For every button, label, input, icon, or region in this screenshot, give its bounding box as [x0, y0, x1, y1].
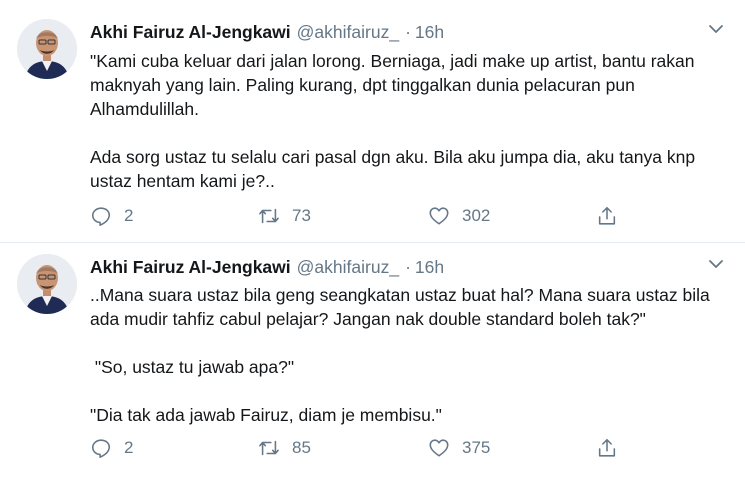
tweet-text: "Kami cuba keluar dari jalan lorong. Ber…	[90, 49, 730, 193]
like-button[interactable]: 375	[428, 436, 490, 460]
tweet-paragraph: ..Mana suara ustaz bila geng seangkatan …	[90, 285, 710, 329]
tweet-header: Akhi Fairuz Al-Jengkawi @akhifairuz_ · 16h	[90, 255, 705, 279]
tweet[interactable]: Akhi Fairuz Al-Jengkawi @akhifairuz_ · 16h …	[0, 0, 745, 243]
retweet-count: 85	[292, 438, 311, 457]
like-button[interactable]: 302	[428, 204, 490, 228]
heart-icon	[429, 207, 449, 225]
like-count: 302	[462, 206, 491, 225]
tweet-header: Akhi Fairuz Al-Jengkawi @akhifairuz_ · 16h	[90, 20, 705, 44]
share-icon	[598, 206, 616, 225]
tweet-paragraph: "Dia tak ada jawab Fairuz, diam je membi…	[90, 405, 442, 425]
tweet-text: ..Mana suara ustaz bila geng seangkatan …	[90, 283, 730, 427]
avatar[interactable]	[17, 254, 77, 314]
retweet-count: 73	[292, 206, 311, 225]
like-count: 375	[462, 438, 491, 457]
author-name[interactable]: Akhi Fairuz Al-Jengkawi	[90, 22, 291, 42]
reply-count: 2	[124, 206, 134, 225]
retweet-icon	[259, 208, 279, 224]
heart-icon	[429, 439, 449, 457]
retweet-button[interactable]: 85	[258, 436, 311, 460]
tweet-actions: 2 73 302	[90, 204, 730, 228]
tweet-actions: 2 85 375	[90, 436, 730, 460]
reply-icon	[91, 439, 111, 458]
tweet-paragraph: "Kami cuba keluar dari jalan lorong. Ber…	[90, 51, 695, 119]
tweet[interactable]: Akhi Fairuz Al-Jengkawi @akhifairuz_ · 16h …	[0, 243, 745, 479]
separator-dot: ·	[405, 22, 411, 42]
reply-button[interactable]: 2	[90, 204, 133, 228]
author-handle[interactable]: @akhifairuz_	[297, 257, 399, 277]
avatar[interactable]	[17, 19, 77, 79]
author-name[interactable]: Akhi Fairuz Al-Jengkawi	[90, 257, 291, 277]
share-icon	[598, 438, 616, 457]
tweet-paragraph: "So, ustaz tu jawab apa?"	[90, 357, 295, 377]
reply-count: 2	[124, 438, 134, 457]
chevron-down-icon[interactable]	[707, 22, 725, 36]
tweet-paragraph: Ada sorg ustaz tu selalu cari pasal dgn …	[90, 147, 696, 191]
reply-button[interactable]: 2	[90, 436, 133, 460]
share-button[interactable]	[596, 204, 618, 228]
separator-dot: ·	[405, 257, 411, 277]
tweet-timestamp[interactable]: 16h	[415, 22, 444, 42]
share-button[interactable]	[596, 436, 618, 460]
retweet-icon	[259, 440, 279, 456]
author-handle[interactable]: @akhifairuz_	[297, 22, 399, 42]
tweet-timestamp[interactable]: 16h	[415, 257, 444, 277]
chevron-down-icon[interactable]	[707, 257, 725, 271]
reply-icon	[91, 207, 111, 226]
retweet-button[interactable]: 73	[258, 204, 311, 228]
